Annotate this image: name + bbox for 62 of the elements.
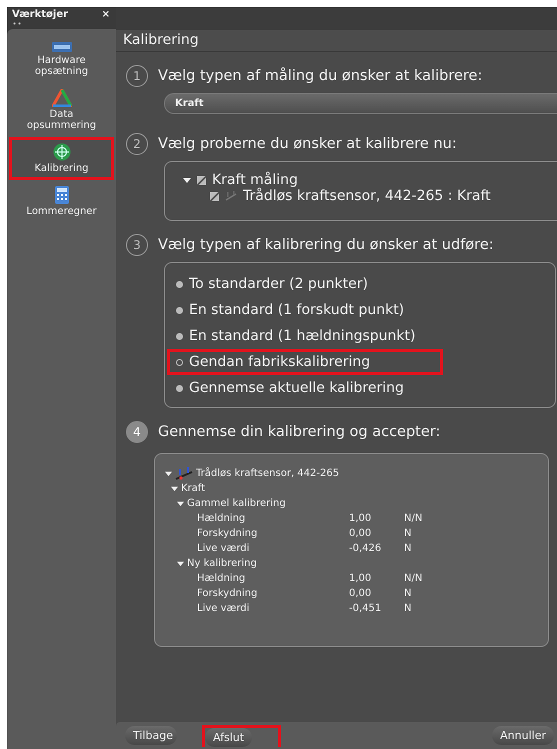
- interface-icon: [52, 41, 72, 53]
- probe-label: Trådløs kraftsensor, 442-265 : Kraft: [243, 188, 491, 204]
- footer-button[interactable]: Annuller: [492, 726, 554, 745]
- expand-icon[interactable]: [177, 560, 184, 567]
- expand-icon[interactable]: [171, 485, 178, 492]
- tree-label: Ny kalibrering: [187, 558, 257, 569]
- parameter-value: 1,00: [349, 573, 372, 584]
- step-number: 3: [126, 234, 148, 256]
- expand-icon[interactable]: [177, 500, 184, 507]
- tree-label: Trådløs kraftsensor, 442-265: [196, 468, 340, 479]
- grip-icon: [13, 22, 21, 25]
- step-number: 1: [126, 65, 148, 87]
- sensor-icon: [225, 190, 237, 202]
- checkbox[interactable]: [197, 176, 206, 184]
- sensor-icon: [175, 466, 193, 480]
- step-number: 4: [126, 421, 148, 443]
- parameter-value: -0,451: [349, 603, 382, 614]
- tree-label: Gammel kalibrering: [187, 498, 286, 509]
- crosshair-icon: [52, 143, 70, 161]
- parameter-unit: N: [404, 543, 412, 554]
- sidebar-item[interactable]: Hardware opsætning: [9, 35, 114, 83]
- step-title: Gennemse din kalibrering og accepter:: [158, 424, 440, 440]
- parameter-unit: N/N: [404, 573, 422, 584]
- parameter-unit: N/N: [404, 513, 422, 524]
- parameter-name: Forskydning: [197, 528, 258, 539]
- checkbox[interactable]: [210, 192, 219, 200]
- radio-option[interactable]: En standard (1 forskudt punkt): [167, 297, 414, 323]
- radio-option[interactable]: Gendan fabrikskalibrering: [167, 349, 444, 375]
- sidebar-item[interactable]: Data opsummering: [9, 83, 114, 137]
- parameter-name: Hældning: [197, 513, 246, 524]
- parameter-name: Forskydning: [197, 588, 258, 599]
- calculator-icon: [54, 186, 68, 204]
- parameter-name: Hældning: [197, 573, 246, 584]
- step-number: 2: [126, 133, 148, 155]
- radio-option[interactable]: En standard (1 hældningspunkt): [167, 323, 424, 349]
- close-button[interactable]: ×: [102, 9, 110, 20]
- parameter-value: -0,426: [349, 543, 382, 554]
- page-title: Kalibrering: [116, 30, 557, 52]
- parameter-unit: N: [404, 603, 412, 614]
- expand-icon[interactable]: [183, 176, 191, 184]
- footer-button[interactable]: Afslut: [204, 728, 252, 746]
- parameter-name: Live værdi: [197, 543, 250, 554]
- step-title: Vælg typen af måling du ønsker at kalibrere:: [158, 68, 482, 84]
- tree-label: Kraft: [181, 483, 206, 494]
- parameter-value: 0,00: [349, 588, 372, 599]
- sidebar-item[interactable]: Kalibrering: [9, 137, 114, 180]
- step-title: Vælg proberne du ønsker at kalibrere nu:: [158, 136, 457, 152]
- measurement-dropdown[interactable]: Kraft: [164, 93, 557, 114]
- step-title: Vælg typen af kalibrering du ønsker at udføre:: [158, 237, 494, 253]
- parameter-unit: N: [404, 588, 412, 599]
- panel-title: Værktøjer: [12, 9, 68, 20]
- sidebar-item[interactable]: Lommeregner: [9, 180, 114, 223]
- radio-option[interactable]: Gennemse aktuelle kalibrering: [167, 375, 413, 401]
- probe-label: Kraft måling: [212, 172, 298, 188]
- expand-icon[interactable]: [165, 470, 172, 477]
- parameter-unit: N: [404, 528, 412, 539]
- parameter-value: 1,00: [349, 513, 372, 524]
- footer-button[interactable]: Tilbage: [125, 726, 177, 745]
- parameter-name: Live værdi: [197, 603, 250, 614]
- radio-option[interactable]: To standarder (2 punkter): [167, 271, 377, 297]
- triangle-icon: [52, 89, 72, 107]
- parameter-value: 0,00: [349, 528, 372, 539]
